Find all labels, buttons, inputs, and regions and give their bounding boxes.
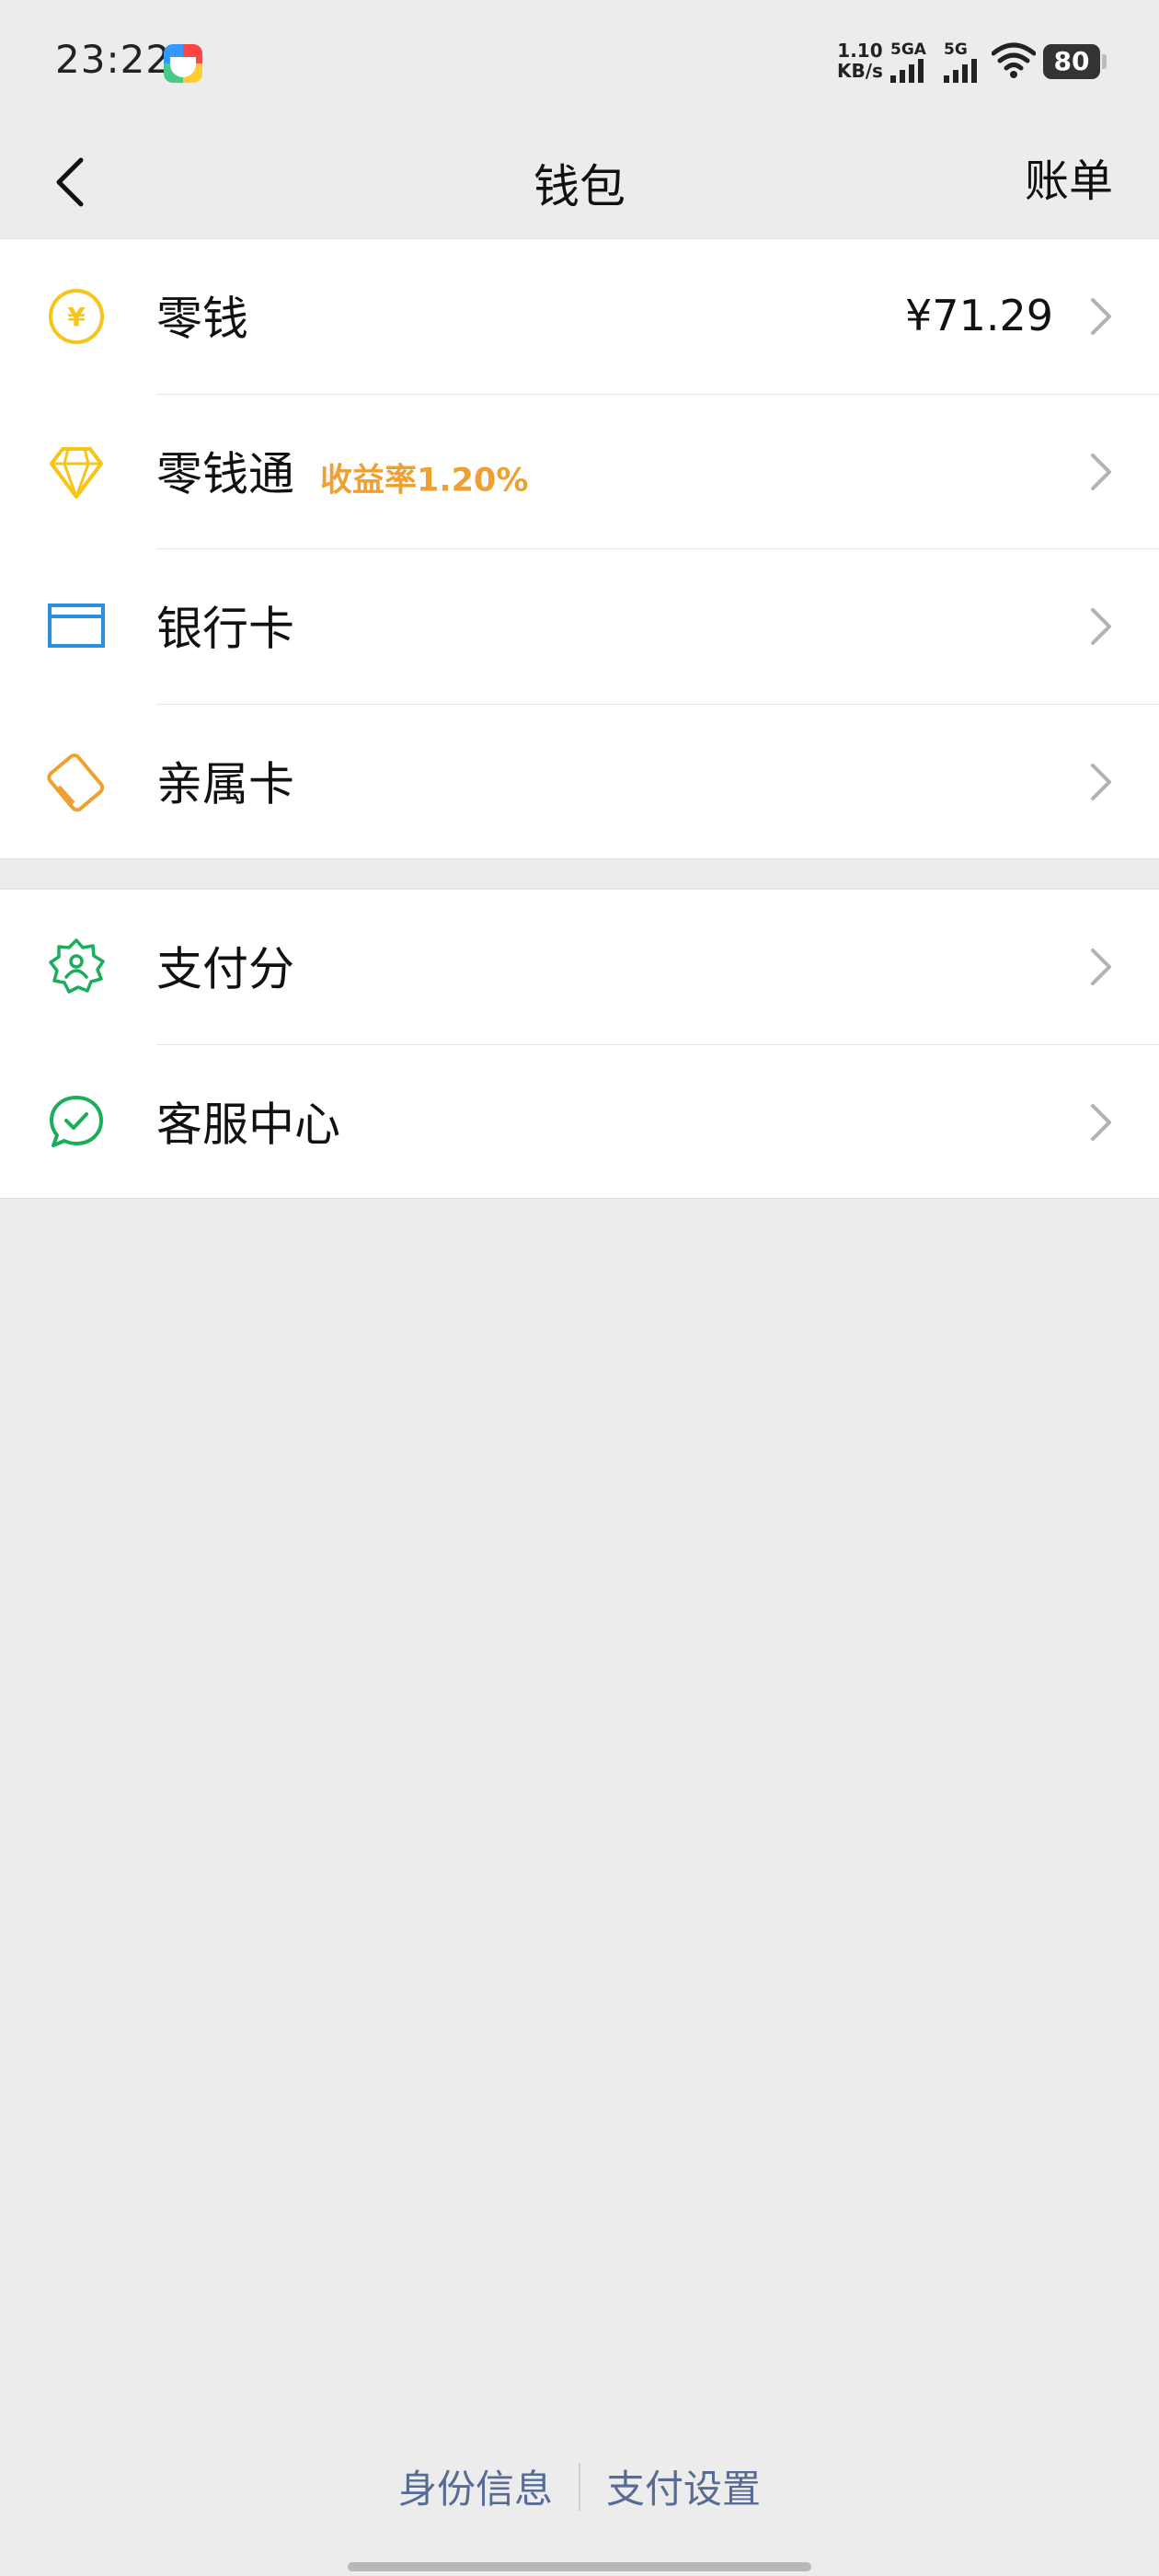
- list-item-label: 零钱通 收益率1.20%: [156, 437, 528, 503]
- list-item-label: 支付分: [156, 942, 294, 996]
- chevron-right-icon: [1091, 298, 1111, 336]
- app-notification-icon: [164, 44, 202, 83]
- chevron-right-icon: [1091, 763, 1111, 800]
- identity-info-link[interactable]: 身份信息: [373, 2458, 579, 2514]
- signal-5g-label: 5G: [944, 40, 968, 59]
- list-item-payscore[interactable]: 支付分: [0, 890, 1159, 1045]
- svg-text:¥: ¥: [67, 302, 86, 332]
- battery-indicator: 80: [1043, 44, 1107, 79]
- wallet-list-secondary: 支付分 客服中心: [0, 889, 1159, 1199]
- bill-button[interactable]: 账单: [1025, 144, 1113, 209]
- balance-value: ¥71.29: [905, 291, 1053, 341]
- wallet-list-primary: ¥ 零钱 ¥71.29 零钱通 收益率1.20% 银行卡 亲属卡: [0, 238, 1159, 859]
- back-button[interactable]: [28, 141, 110, 224]
- page-title: 钱包: [534, 160, 625, 213]
- nav-bar: 钱包 账单: [0, 124, 1159, 238]
- list-item-label-text: 零钱通: [156, 447, 294, 501]
- footer-links: 身份信息 支付设置: [0, 2458, 1159, 2514]
- status-bar: 23:22 1.10 KB/s 5GA 5G 80: [0, 0, 1159, 124]
- list-item-label: 客服中心: [156, 1098, 340, 1152]
- yuan-coin-icon: ¥: [46, 286, 107, 347]
- network-speed: 1.10 KB/s: [837, 40, 883, 81]
- chevron-right-icon: [1091, 949, 1111, 986]
- list-item-lingqiantong[interactable]: 零钱通 收益率1.20%: [0, 395, 1159, 549]
- list-item-customer-service[interactable]: 客服中心: [0, 1045, 1159, 1201]
- list-item-label: 零钱: [156, 292, 248, 346]
- wifi-icon: [992, 42, 1036, 78]
- list-item-bank-card[interactable]: 银行卡: [0, 549, 1159, 705]
- network-speed-unit: KB/s: [837, 60, 883, 82]
- signal-5ga-label: 5GA: [890, 40, 926, 59]
- family-card-icon: [46, 752, 107, 812]
- bank-card-icon: [46, 596, 107, 657]
- chevron-right-icon: [1091, 608, 1111, 646]
- diamond-icon: [46, 442, 107, 502]
- chevron-right-icon: [1091, 453, 1111, 490]
- chevron-left-icon: [56, 157, 84, 207]
- list-item-change[interactable]: ¥ 零钱 ¥71.29: [0, 239, 1159, 395]
- list-item-label: 银行卡: [156, 602, 294, 656]
- list-item-family-card[interactable]: 亲属卡: [0, 705, 1159, 860]
- payscore-badge-icon: [46, 937, 107, 997]
- list-item-label: 亲属卡: [156, 757, 294, 811]
- home-indicator[interactable]: [348, 2562, 811, 2571]
- status-time: 23:22: [55, 37, 172, 82]
- chevron-right-icon: [1091, 1103, 1111, 1141]
- yield-rate-badge: 收益率1.20%: [320, 462, 529, 500]
- customer-service-icon: [46, 1092, 107, 1153]
- network-speed-value: 1.10: [837, 40, 883, 62]
- payment-settings-link[interactable]: 支付设置: [580, 2458, 786, 2514]
